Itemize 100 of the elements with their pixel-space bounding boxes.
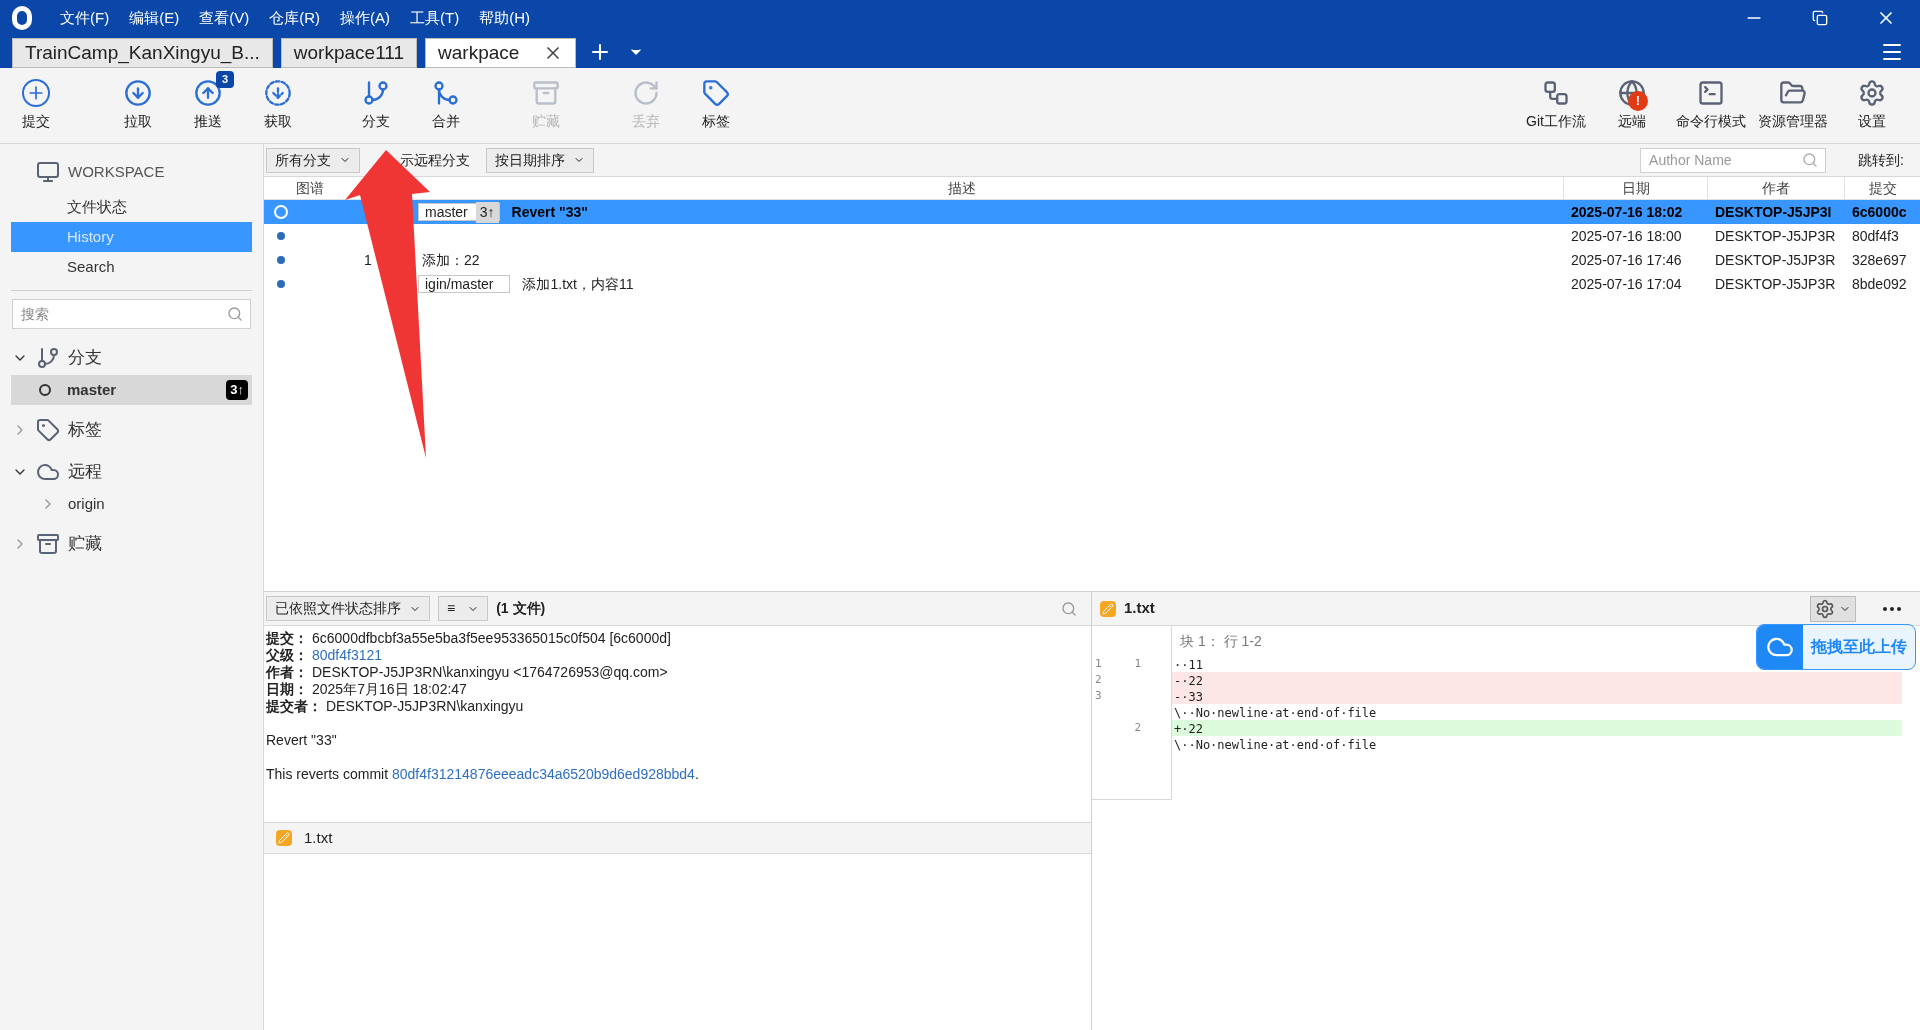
author-cell-text: DESKTOP-J5JP3I: [1714, 202, 1833, 222]
repo-tab[interactable]: warkpace: [425, 38, 577, 68]
search-icon[interactable]: [1061, 600, 1077, 617]
toolbar-button[interactable]: 合并: [416, 79, 476, 132]
sort-dropdown[interactable]: 按日期排序: [486, 147, 594, 173]
toolbar-button[interactable]: 提交: [6, 79, 66, 132]
line-number: 2: [1134, 721, 1142, 734]
column-header[interactable]: 作者: [1707, 177, 1844, 199]
file-count: (1 文件): [496, 599, 546, 618]
toolbar-button[interactable]: 资源管理器: [1754, 79, 1832, 132]
column-header[interactable]: 日期: [1563, 177, 1707, 199]
section-label: 远程: [68, 461, 102, 484]
view-mode-dropdown[interactable]: ≡: [438, 596, 489, 621]
column-header[interactable]: 提交: [1844, 177, 1920, 199]
search-icon: [227, 306, 243, 322]
search-icon: [1802, 151, 1819, 168]
menu-item[interactable]: 查看(V): [199, 6, 250, 30]
app-logo-icon: [12, 6, 32, 30]
commit-row[interactable]: master 3↑ Revert "33" 2025-07-16 18:02 DESKTOP-J5JP3I 6c6000c: [264, 200, 1920, 224]
commit-link[interactable]: 80df4f31214876eeeadc34a6520b9d6ed928bbd4: [392, 766, 695, 783]
tree-section[interactable]: 标签: [0, 413, 263, 447]
toolbar-button[interactable]: Git工作流: [1520, 79, 1592, 132]
hunk-header: 块 1： 行 1-2: [1179, 631, 1262, 651]
toolbar-button[interactable]: 分支: [346, 79, 406, 132]
settings-icon: [1858, 79, 1886, 107]
menu-item[interactable]: 仓库(R): [269, 6, 320, 30]
jump-label: 跳转到:: [1858, 150, 1904, 170]
section-label: 分支: [68, 347, 102, 370]
date-cell-text: 2025-07-16 17:04: [1570, 274, 1683, 294]
menu-item[interactable]: 文件(F): [60, 6, 110, 30]
commit-row[interactable]: 2025-07-16 18:00 DESKTOP-J5JP3R 80df4f3: [264, 224, 1920, 248]
column-header[interactable]: 图谱: [264, 177, 360, 199]
parent-link[interactable]: 80df4f3121: [312, 647, 383, 664]
file-row[interactable]: 1.txt: [264, 822, 1091, 854]
sidebar-item[interactable]: Search: [11, 252, 252, 282]
detail-label: 父级：: [266, 647, 308, 664]
tag-icon: [702, 79, 730, 107]
graph-node-icon: [277, 232, 285, 240]
graph-node-icon: [274, 205, 288, 219]
commit-row[interactable]: 1 添加：22 2025-07-16 17:46 DESKTOP-J5JP3R 328e697: [264, 248, 1920, 272]
settings-icon: [1815, 598, 1835, 619]
tree-section[interactable]: 分支: [0, 341, 263, 375]
branch-tag: master 3↑: [418, 203, 500, 221]
toolbar-button[interactable]: 设置: [1836, 79, 1908, 132]
author-field[interactable]: Author Name: [1640, 147, 1827, 173]
tag-icon: [36, 418, 60, 442]
tree-section[interactable]: 远程: [0, 455, 263, 489]
stash-icon: [532, 79, 560, 107]
toolbar-button[interactable]: 拉取: [108, 79, 168, 132]
author-cell-text: DESKTOP-J5JP3R: [1714, 274, 1837, 294]
monitor-icon: [36, 160, 60, 184]
modified-file-icon: [1100, 600, 1116, 617]
merge-icon: [432, 79, 460, 107]
file-sort-dropdown[interactable]: 已依照文件状态排序: [266, 596, 430, 621]
date-cell-text: 2025-07-16 18:00: [1570, 226, 1683, 246]
commit-cell-text: 328e697: [1851, 250, 1908, 270]
diff-line: \··No·newline·at·end·of·file: [1173, 737, 1378, 752]
menu-item[interactable]: 工具(T): [410, 6, 460, 30]
commit-body: .: [694, 766, 699, 783]
search-field[interactable]: 搜索: [12, 299, 251, 329]
diff-line: ··11: [1173, 657, 1204, 672]
menu-item[interactable]: 操作(A): [340, 6, 390, 30]
restore-icon[interactable]: [1812, 10, 1828, 26]
upload-label: 拖拽至此上传: [1809, 637, 1908, 657]
sidebar-item[interactable]: 文件状态: [11, 192, 252, 222]
date-cell-text: 2025-07-16 17:46: [1570, 250, 1683, 270]
section-label: 贮藏: [68, 533, 102, 556]
discard-icon: [632, 79, 660, 107]
line-number: 3: [1095, 689, 1102, 702]
tree-section[interactable]: 贮藏: [0, 527, 263, 561]
toolbar-button[interactable]: 标签: [686, 79, 746, 132]
remote-item[interactable]: origin: [0, 489, 263, 519]
alert-badge: !: [1628, 91, 1648, 111]
branch-filter-dropdown[interactable]: 所有分支: [266, 147, 360, 173]
repo-tab[interactable]: TrainCamp_KanXingyu_B...: [12, 38, 273, 68]
commit-title: Revert "33": [266, 732, 338, 749]
detail-label: 提交者：: [266, 698, 322, 715]
section-label: 标签: [68, 419, 102, 442]
toolbar-button[interactable]: 命令行模式: [1672, 79, 1750, 132]
download-icon: [124, 79, 152, 107]
toolbar-button[interactable]: 获取: [248, 79, 308, 132]
detail-label: 作者：: [266, 664, 308, 681]
menu-item[interactable]: 帮助(H): [479, 6, 530, 30]
line-number: 1: [1095, 657, 1102, 670]
diff-file-name: 1.txt: [1124, 598, 1155, 619]
branch-icon: [362, 79, 390, 107]
branch-item[interactable]: master 3↑: [11, 375, 252, 405]
toolbar-button[interactable]: 远端 !: [1596, 79, 1668, 132]
graph-node-icon: [277, 256, 285, 264]
branch-icon: [36, 346, 60, 370]
settings-dropdown[interactable]: [1810, 595, 1856, 622]
detail-label: 提交：: [266, 630, 308, 647]
detail-value: 2025年7月16日 18:02:47: [312, 681, 467, 698]
line-number: 1: [1134, 657, 1142, 670]
repo-tab[interactable]: workpace111: [280, 38, 417, 68]
menu-item[interactable]: 编辑(E): [129, 6, 180, 30]
fetch-icon: [264, 79, 292, 107]
head-circle-icon: [39, 384, 51, 396]
commit-message: 添加：22: [422, 250, 480, 270]
date-cell-text: 2025-07-16 18:02: [1570, 202, 1684, 222]
